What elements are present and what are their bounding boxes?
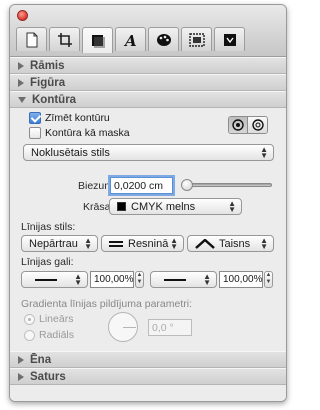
color-popup-value: CMYK melns	[131, 200, 196, 213]
tab-color[interactable]	[148, 27, 179, 51]
draw-contour-check[interactable]	[29, 112, 41, 124]
style-popup[interactable]: Noklusētais stils ▲ ▼	[23, 144, 274, 161]
section-kontura[interactable]: Kontūra	[10, 91, 286, 108]
popup-arrows-icon: ▲ ▼	[203, 272, 211, 287]
mask-label: Kontūra kā maska	[45, 127, 130, 139]
line-style-label: Līnijas stils:	[21, 221, 76, 233]
close-button[interactable]	[17, 10, 28, 21]
width-field[interactable]: 0,0200 cm	[110, 177, 173, 194]
tab-text[interactable]: A	[115, 27, 146, 51]
color-popup[interactable]: CMYK melns ▲ ▼	[109, 198, 242, 215]
end-scale-value: 100,00%	[223, 274, 263, 285]
cap-icon	[195, 238, 215, 249]
crop-icon	[57, 32, 72, 47]
linear-radio[interactable]: Lineārs	[24, 313, 73, 325]
start-end-popup[interactable]: ▲ ▼	[21, 271, 88, 288]
media-icon	[188, 32, 205, 47]
start-scale-stepper[interactable]: ▲ ▼	[135, 271, 144, 288]
cap-popup[interactable]: Taisns ▲ ▼	[187, 235, 274, 252]
tab-lock[interactable]	[214, 27, 245, 51]
draw-contour-label: Zīmēt kontūru	[45, 112, 110, 124]
join-popup-value: Resninā	[128, 237, 169, 250]
document-icon	[26, 32, 37, 47]
inspector-tabs: A	[16, 27, 247, 53]
graphic-icon	[91, 34, 105, 48]
section-figura[interactable]: Figūra	[10, 74, 286, 91]
end-scale-stepper[interactable]: ▲ ▼	[264, 271, 273, 288]
end-scale-field[interactable]: 100,00%	[219, 271, 263, 288]
contour-inside-button[interactable]	[229, 117, 248, 133]
mask-checkbox[interactable]: Kontūra kā maska	[29, 127, 130, 139]
contour-position-segmented	[228, 116, 268, 134]
bottom-area	[10, 385, 286, 401]
section-ramis-label: Rāmis	[30, 59, 65, 72]
angle-value: 0,0 °	[152, 321, 174, 334]
text-icon: A	[123, 32, 137, 48]
tab-crop[interactable]	[49, 27, 80, 51]
popup-arrows-icon: ▲ ▼	[228, 199, 236, 214]
disclosure-right-icon	[18, 78, 24, 87]
contour-outside-button[interactable]	[248, 117, 267, 133]
width-field-value: 0,0200 cm	[114, 179, 164, 192]
line-end-icon	[35, 278, 57, 281]
style-popup-value: Noklusētais stils	[31, 146, 110, 159]
line-ends-label: Līnijas gali:	[21, 256, 74, 268]
color-swatch	[117, 202, 126, 211]
inspector-window: A Rāmis Figūra Kontūra Zīmēt kontūru Kon…	[9, 4, 287, 402]
radial-label: Radiāls	[39, 329, 75, 341]
section-ena[interactable]: Ēna	[10, 351, 286, 368]
line-end-icon	[164, 278, 186, 281]
target-icon	[232, 119, 244, 131]
palette-icon	[156, 33, 171, 46]
dash-popup-value: Nepārtrau	[29, 237, 78, 250]
section-kontura-label: Kontūra	[32, 93, 77, 106]
tab-media[interactable]	[181, 27, 212, 51]
target-icon	[251, 119, 264, 131]
tab-graphic[interactable]	[82, 27, 113, 53]
disclosure-right-icon	[18, 61, 24, 70]
mask-check[interactable]	[29, 127, 41, 139]
start-scale-value: 100,00%	[94, 274, 134, 285]
section-ramis[interactable]: Rāmis	[10, 57, 286, 74]
section-ena-label: Ēna	[30, 353, 52, 366]
end-end-popup[interactable]: ▲ ▼	[150, 271, 217, 288]
title-bar: A	[10, 5, 286, 57]
join-popup[interactable]: Resninā ▲ ▼	[101, 235, 184, 252]
width-slider-track[interactable]	[183, 183, 272, 187]
angle-wheel[interactable]	[108, 312, 138, 342]
cap-popup-value: Taisns	[219, 237, 251, 250]
svg-text:A: A	[123, 32, 137, 48]
disclosure-right-icon	[18, 355, 24, 364]
radial-radio-button[interactable]	[24, 329, 35, 341]
gradient-label: Gradienta līnijas pildījuma parametri:	[21, 298, 192, 310]
linear-radio-button[interactable]	[24, 313, 35, 325]
angle-field[interactable]: 0,0 °	[148, 319, 192, 336]
tab-document[interactable]	[16, 27, 47, 51]
popup-arrows-icon: ▲ ▼	[84, 236, 92, 251]
section-saturs[interactable]: Saturs	[10, 368, 286, 385]
popup-arrows-icon: ▲ ▼	[74, 272, 82, 287]
linear-label: Lineārs	[39, 313, 74, 325]
disclosure-down-icon	[18, 96, 26, 103]
start-scale-field[interactable]: 100,00%	[90, 271, 134, 288]
draw-contour-checkbox[interactable]: Zīmēt kontūru	[29, 112, 110, 124]
popup-arrows-icon: ▲ ▼	[260, 236, 268, 251]
disclosure-right-icon	[18, 372, 24, 381]
radial-radio[interactable]: Radiāls	[24, 329, 74, 341]
width-slider-knob[interactable]	[181, 179, 194, 191]
section-saturs-label: Saturs	[30, 370, 66, 383]
join-icon	[109, 240, 123, 247]
section-figura-label: Figūra	[30, 76, 66, 89]
popup-arrows-icon: ▲ ▼	[170, 236, 178, 251]
lock-icon	[223, 33, 236, 46]
dash-popup[interactable]: Nepārtrau ▲ ▼	[21, 235, 98, 252]
contour-panel: Zīmēt kontūru Kontūra kā maska Noklusēta…	[10, 108, 286, 361]
popup-arrows-icon: ▲ ▼	[260, 145, 268, 160]
